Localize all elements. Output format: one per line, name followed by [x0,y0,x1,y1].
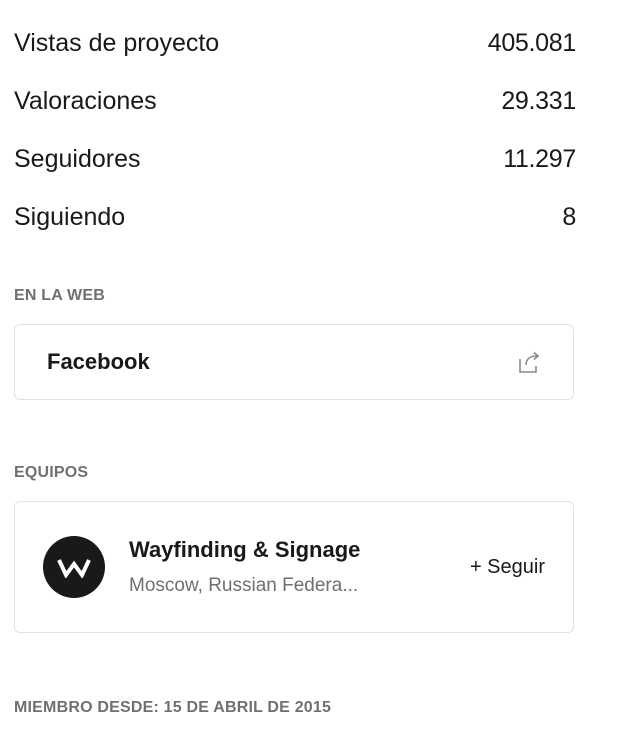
stat-row-appreciations: Valoraciones 29.331 [14,72,576,130]
stat-label: Vistas de proyecto [14,29,220,57]
team-card: Wayfinding & Signage Moscow, Russian Fed… [14,501,574,633]
stat-row-following[interactable]: Siguiendo 8 [14,188,576,246]
profile-stats: Vistas de proyecto 405.081 Valoraciones … [14,14,576,246]
stat-value: 405.081 [487,29,577,57]
stat-label: Valoraciones [14,87,157,115]
team-avatar[interactable] [43,536,105,598]
stat-value: 11.297 [503,145,576,173]
teams-section-title: EQUIPOS [14,464,89,481]
follow-team-button[interactable]: + Seguir [470,556,545,579]
stat-value: 29.331 [501,87,576,115]
team-info: Wayfinding & Signage Moscow, Russian Fed… [129,537,470,597]
stat-label: Seguidores [14,145,141,173]
team-location: Moscow, Russian Federa... [129,575,359,596]
member-since: MIEMBRO DESDE: 15 DE ABRIL DE 2015 [14,699,332,716]
team-name[interactable]: Wayfinding & Signage [129,537,470,563]
stat-row-followers[interactable]: Seguidores 11.297 [14,130,576,188]
external-link-icon [519,351,540,373]
team-logo-w-icon [57,559,91,578]
stat-row-project-views: Vistas de proyecto 405.081 [14,14,576,72]
facebook-link[interactable]: Facebook [14,324,574,400]
stat-label: Siguiendo [14,203,126,231]
web-section-title: EN LA WEB [14,287,105,304]
stat-value: 8 [562,203,576,231]
web-link-label: Facebook [47,349,150,374]
